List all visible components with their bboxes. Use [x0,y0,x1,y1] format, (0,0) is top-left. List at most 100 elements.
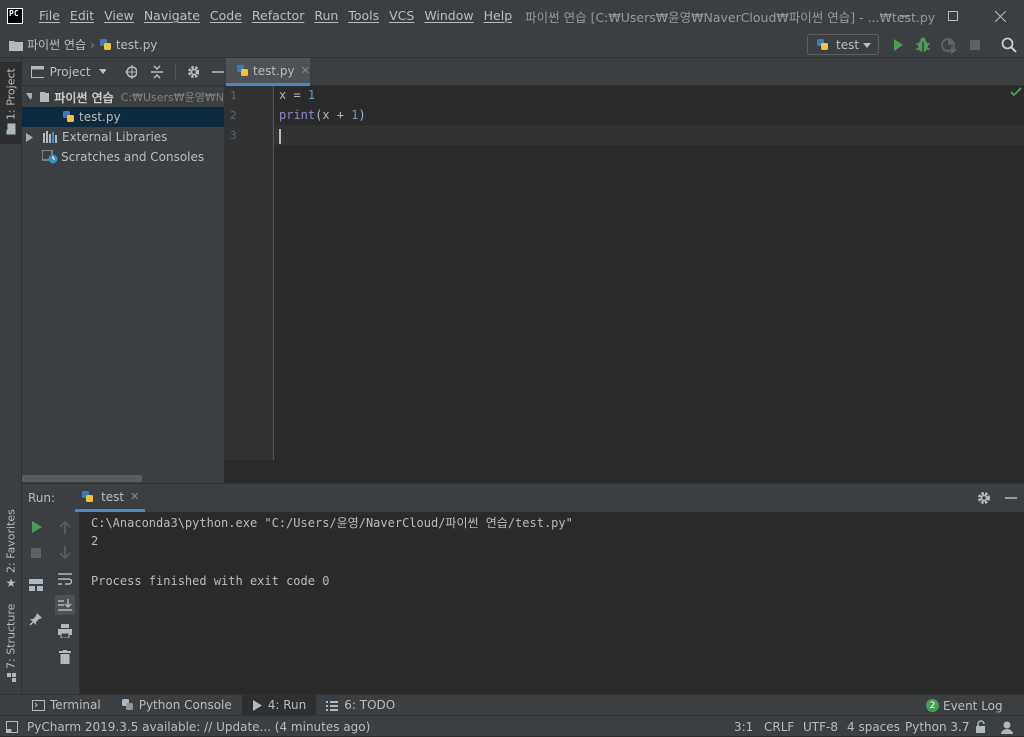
menu-help[interactable]: Help [479,0,518,32]
menu-bar: File Edit View Navigate Code Refactor Run Tools… [34,0,517,32]
gear-icon[interactable] [187,65,200,79]
tree-item-external-libraries[interactable]: External Libraries [22,127,224,147]
coverage-button[interactable] [940,36,958,54]
folder-icon [39,92,50,102]
code-token: x = [279,88,308,102]
tab-terminal[interactable]: Terminal [22,695,111,716]
menu-refactor[interactable]: Refactor [247,0,309,32]
menu-window[interactable]: Window [419,0,478,32]
menu-code[interactable]: Code [205,0,247,32]
breadcrumb-project-label: 파이썬 연습 [27,38,87,52]
menu-navigate[interactable]: Navigate [139,0,205,32]
tree-item-label: Scratches and Consoles [61,150,205,164]
hide-icon[interactable] [1004,491,1018,505]
scratches-icon [42,150,58,164]
stop-button[interactable] [966,36,984,54]
debug-button[interactable] [914,36,932,54]
python-icon [121,698,135,712]
star-icon: ★ [4,575,18,590]
coverage-icon [941,38,957,54]
collapse-all-icon[interactable] [150,64,163,79]
title-bar: PC File Edit View Navigate Code Refactor Run To… [0,0,1024,32]
close-window-button[interactable] [977,0,1023,32]
horizontal-scrollbar[interactable] [22,475,142,482]
tab-structure[interactable]: 7: Structure [0,603,22,685]
locate-icon[interactable] [124,64,138,79]
tree-item-test-py[interactable]: test.py [22,107,224,127]
navigation-bar: 파이썬 연습 › test.py test [0,32,1024,58]
console-line: Process finished with exit code 0 [91,574,330,588]
event-count-badge: 2 [926,699,939,712]
tab-run[interactable]: 4: Run [241,694,317,716]
python-interpreter[interactable]: Python 3.7 [905,716,970,737]
project-panel-title[interactable]: Project [50,65,91,79]
run-config-selector[interactable]: test [807,34,879,55]
close-tab-icon[interactable]: ✕ [301,64,310,77]
maximize-button[interactable] [930,0,976,32]
status-message[interactable]: PyCharm 2019.3.5 available: // Update...… [6,716,370,737]
terminal-icon [32,699,45,711]
chevron-down-icon[interactable] [98,69,106,74]
hide-icon[interactable] [211,65,225,79]
code-line: x = 1 [279,88,315,102]
menu-vcs[interactable]: VCS [384,0,419,32]
bug-icon [916,37,930,52]
caret-position[interactable]: 3:1 [734,716,753,737]
python-file-icon [99,38,113,52]
editor-tab-label: test.py [253,63,295,78]
tab-event-log[interactable]: 2 Event Log [916,695,1013,716]
run-panel-label: Run: [28,491,56,505]
tab-favorites[interactable]: ★ 2: Favorites [0,506,22,596]
tab-project[interactable]: 1: Project [0,62,22,144]
tab-python-console[interactable]: Python Console [111,695,242,716]
minimize-button[interactable] [882,0,928,32]
menu-run[interactable]: Run [309,0,343,32]
tab-run-label: 4: Run [267,698,307,712]
editor-area: test.py ✕ 123 x = 1 print(x + 1) [224,58,1024,483]
toggle-tool-windows-icon [6,720,18,733]
console-output[interactable]: C:\Anaconda3\python.exe "C:/Users/윤영/Nav… [22,512,1024,695]
tree-root-project[interactable]: 파이썬 연습 C:₩Users₩윤영₩N [22,87,224,107]
menu-file[interactable]: File [34,0,65,32]
tab-todo-label: 6: TODO [344,698,396,712]
search-everywhere-button[interactable] [1000,36,1018,54]
tab-python-console-label: Python Console [138,698,232,712]
python-icon [816,38,830,52]
project-panel: Project 파이썬 연습 C:₩Users₩윤영₩N test.py Ext… [22,58,225,483]
checkmark-icon [1010,87,1022,97]
run-triangle-icon [894,39,903,51]
code-line: print(x + 1) [279,108,366,122]
indent-setting[interactable]: 4 spaces [847,716,900,737]
run-tab-test[interactable]: test ✕ [75,484,146,512]
gear-icon[interactable] [977,491,991,505]
run-tab-label: test [101,489,125,504]
run-panel-header: Run: test ✕ [22,484,1024,512]
run-button[interactable] [889,36,907,54]
todo-list-icon [326,700,339,711]
breadcrumb-file-label: test.py [115,37,158,52]
tree-item-scratches[interactable]: Scratches and Consoles [22,147,224,167]
code-token: (x + [315,108,352,122]
python-file-icon [236,64,250,78]
menu-edit[interactable]: Edit [65,0,99,32]
tree-item-label: test.py [79,110,121,124]
breadcrumb-file[interactable]: test.py [99,37,158,52]
project-root-path: C:₩Users₩윤영₩N [120,91,224,104]
file-encoding[interactable]: UTF-8 [803,716,838,737]
run-config-name: test [836,37,860,52]
search-icon [1001,37,1017,53]
lock-button[interactable] [975,716,987,737]
bottom-tool-tabs: Terminal Python Console 4: Run 6: TODO 2… [0,694,1024,716]
close-tab-icon[interactable]: ✕ [130,490,139,503]
run-panel: Run: test ✕ C:\Anaconda3\python.exe "C:/… [22,483,1024,695]
libraries-icon [43,131,57,143]
menu-tools[interactable]: Tools [343,0,384,32]
line-separator[interactable]: CRLF [764,716,794,737]
tab-todo[interactable]: 6: TODO [316,695,405,716]
menu-view[interactable]: View [99,0,139,32]
tab-structure-label: 7: Structure [4,603,18,669]
code-editor[interactable]: x = 1 print(x + 1) [224,86,1024,460]
editor-tab-test-py[interactable]: test.py ✕ [226,58,310,86]
inspector-button[interactable] [1000,716,1014,737]
breadcrumb-project[interactable]: 파이썬 연습 [9,36,86,53]
